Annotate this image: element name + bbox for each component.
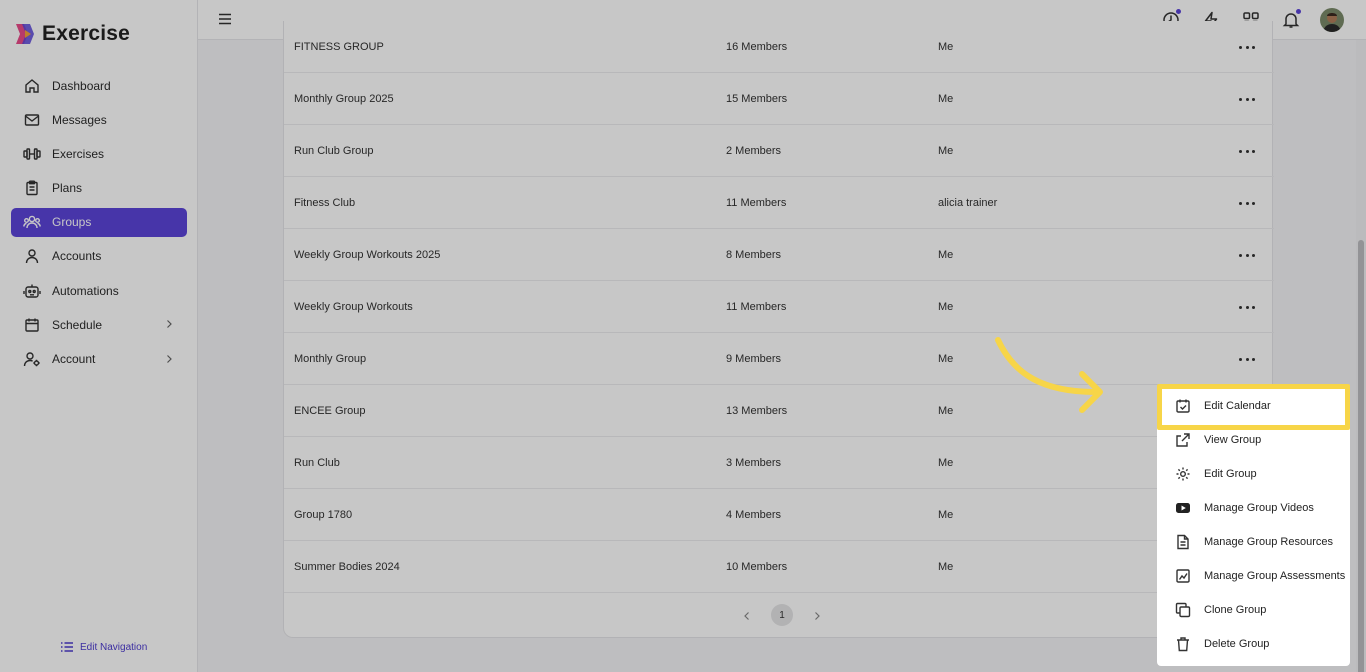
menu-item-label: View Group: [1204, 434, 1262, 446]
menu-item-label: Manage Group Assessments: [1204, 570, 1346, 582]
menu-item-label: Delete Group: [1204, 638, 1270, 650]
menu-item-label: Edit Group: [1204, 468, 1257, 480]
trash-icon: [1175, 636, 1191, 652]
menu-item-clone-group[interactable]: Clone Group: [1157, 593, 1350, 627]
menu-item-label: Manage Group Videos: [1204, 502, 1314, 514]
menu-item-delete-group[interactable]: Delete Group: [1157, 627, 1350, 661]
menu-item-edit-calendar[interactable]: Edit Calendar: [1157, 389, 1350, 423]
copy-icon: [1175, 602, 1191, 618]
document-icon: [1175, 534, 1191, 550]
chart-edit-icon: [1175, 568, 1191, 584]
menu-item-manage-group-resources[interactable]: Manage Group Resources: [1157, 525, 1350, 559]
annotation-arrow-icon: [992, 332, 1112, 422]
menu-item-manage-group-videos[interactable]: Manage Group Videos: [1157, 491, 1350, 525]
youtube-icon: [1175, 500, 1191, 516]
menu-item-label: Edit Calendar: [1204, 400, 1271, 412]
menu-item-label: Clone Group: [1204, 604, 1267, 616]
menu-item-edit-group[interactable]: Edit Group: [1157, 457, 1350, 491]
group-actions-menu: Edit Calendar View Group Edit Group Mana…: [1157, 384, 1350, 666]
menu-item-manage-group-assessments[interactable]: Manage Group Assessments: [1157, 559, 1350, 593]
menu-item-view-group[interactable]: View Group: [1157, 423, 1350, 457]
external-link-icon: [1175, 432, 1191, 448]
calendar-check-icon: [1175, 398, 1191, 414]
gear-icon: [1175, 466, 1191, 482]
menu-item-label: Manage Group Resources: [1204, 536, 1334, 548]
